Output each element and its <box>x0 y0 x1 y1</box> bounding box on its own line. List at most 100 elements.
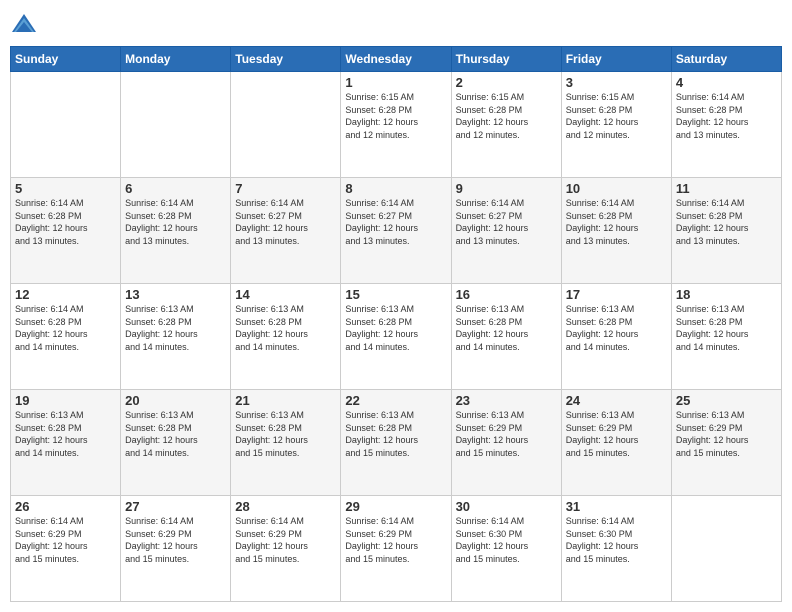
day-info: Sunrise: 6:14 AM Sunset: 6:28 PM Dayligh… <box>676 91 777 141</box>
calendar-cell: 21Sunrise: 6:13 AM Sunset: 6:28 PM Dayli… <box>231 390 341 496</box>
day-number: 22 <box>345 393 446 408</box>
calendar-week-row: 1Sunrise: 6:15 AM Sunset: 6:28 PM Daylig… <box>11 72 782 178</box>
day-number: 21 <box>235 393 336 408</box>
calendar-cell <box>231 72 341 178</box>
calendar-week-row: 5Sunrise: 6:14 AM Sunset: 6:28 PM Daylig… <box>11 178 782 284</box>
calendar-cell: 31Sunrise: 6:14 AM Sunset: 6:30 PM Dayli… <box>561 496 671 602</box>
day-number: 14 <box>235 287 336 302</box>
calendar-table: SundayMondayTuesdayWednesdayThursdayFrid… <box>10 46 782 602</box>
day-number: 13 <box>125 287 226 302</box>
calendar-cell: 2Sunrise: 6:15 AM Sunset: 6:28 PM Daylig… <box>451 72 561 178</box>
day-number: 15 <box>345 287 446 302</box>
day-number: 17 <box>566 287 667 302</box>
day-info: Sunrise: 6:13 AM Sunset: 6:28 PM Dayligh… <box>456 303 557 353</box>
weekday-header: Friday <box>561 47 671 72</box>
calendar-week-row: 26Sunrise: 6:14 AM Sunset: 6:29 PM Dayli… <box>11 496 782 602</box>
day-number: 7 <box>235 181 336 196</box>
day-info: Sunrise: 6:13 AM Sunset: 6:28 PM Dayligh… <box>15 409 116 459</box>
day-number: 8 <box>345 181 446 196</box>
day-info: Sunrise: 6:13 AM Sunset: 6:29 PM Dayligh… <box>456 409 557 459</box>
day-info: Sunrise: 6:14 AM Sunset: 6:29 PM Dayligh… <box>15 515 116 565</box>
calendar-cell: 16Sunrise: 6:13 AM Sunset: 6:28 PM Dayli… <box>451 284 561 390</box>
day-info: Sunrise: 6:13 AM Sunset: 6:28 PM Dayligh… <box>125 409 226 459</box>
calendar-cell: 15Sunrise: 6:13 AM Sunset: 6:28 PM Dayli… <box>341 284 451 390</box>
calendar-cell: 30Sunrise: 6:14 AM Sunset: 6:30 PM Dayli… <box>451 496 561 602</box>
day-number: 27 <box>125 499 226 514</box>
calendar-cell: 17Sunrise: 6:13 AM Sunset: 6:28 PM Dayli… <box>561 284 671 390</box>
day-info: Sunrise: 6:14 AM Sunset: 6:28 PM Dayligh… <box>566 197 667 247</box>
day-number: 29 <box>345 499 446 514</box>
calendar-cell: 5Sunrise: 6:14 AM Sunset: 6:28 PM Daylig… <box>11 178 121 284</box>
weekday-header: Saturday <box>671 47 781 72</box>
day-info: Sunrise: 6:14 AM Sunset: 6:28 PM Dayligh… <box>125 197 226 247</box>
calendar-cell: 20Sunrise: 6:13 AM Sunset: 6:28 PM Dayli… <box>121 390 231 496</box>
day-info: Sunrise: 6:14 AM Sunset: 6:29 PM Dayligh… <box>345 515 446 565</box>
calendar-cell <box>671 496 781 602</box>
weekday-header: Wednesday <box>341 47 451 72</box>
day-number: 30 <box>456 499 557 514</box>
weekday-header: Thursday <box>451 47 561 72</box>
calendar-cell: 7Sunrise: 6:14 AM Sunset: 6:27 PM Daylig… <box>231 178 341 284</box>
day-info: Sunrise: 6:13 AM Sunset: 6:29 PM Dayligh… <box>676 409 777 459</box>
day-info: Sunrise: 6:15 AM Sunset: 6:28 PM Dayligh… <box>345 91 446 141</box>
logo <box>10 10 42 38</box>
day-number: 6 <box>125 181 226 196</box>
page: SundayMondayTuesdayWednesdayThursdayFrid… <box>0 0 792 612</box>
day-number: 3 <box>566 75 667 90</box>
calendar-header-row: SundayMondayTuesdayWednesdayThursdayFrid… <box>11 47 782 72</box>
calendar-cell <box>121 72 231 178</box>
day-info: Sunrise: 6:13 AM Sunset: 6:28 PM Dayligh… <box>235 303 336 353</box>
day-number: 18 <box>676 287 777 302</box>
day-number: 23 <box>456 393 557 408</box>
day-info: Sunrise: 6:14 AM Sunset: 6:28 PM Dayligh… <box>15 303 116 353</box>
day-info: Sunrise: 6:14 AM Sunset: 6:29 PM Dayligh… <box>235 515 336 565</box>
day-number: 1 <box>345 75 446 90</box>
calendar-cell: 12Sunrise: 6:14 AM Sunset: 6:28 PM Dayli… <box>11 284 121 390</box>
day-info: Sunrise: 6:13 AM Sunset: 6:28 PM Dayligh… <box>345 409 446 459</box>
day-info: Sunrise: 6:13 AM Sunset: 6:28 PM Dayligh… <box>235 409 336 459</box>
calendar-cell: 4Sunrise: 6:14 AM Sunset: 6:28 PM Daylig… <box>671 72 781 178</box>
day-info: Sunrise: 6:14 AM Sunset: 6:27 PM Dayligh… <box>456 197 557 247</box>
day-number: 4 <box>676 75 777 90</box>
weekday-header: Monday <box>121 47 231 72</box>
calendar-cell: 13Sunrise: 6:13 AM Sunset: 6:28 PM Dayli… <box>121 284 231 390</box>
day-number: 31 <box>566 499 667 514</box>
calendar-cell: 6Sunrise: 6:14 AM Sunset: 6:28 PM Daylig… <box>121 178 231 284</box>
day-info: Sunrise: 6:14 AM Sunset: 6:29 PM Dayligh… <box>125 515 226 565</box>
day-info: Sunrise: 6:14 AM Sunset: 6:27 PM Dayligh… <box>345 197 446 247</box>
calendar-cell: 19Sunrise: 6:13 AM Sunset: 6:28 PM Dayli… <box>11 390 121 496</box>
day-number: 19 <box>15 393 116 408</box>
day-info: Sunrise: 6:15 AM Sunset: 6:28 PM Dayligh… <box>456 91 557 141</box>
day-info: Sunrise: 6:13 AM Sunset: 6:28 PM Dayligh… <box>345 303 446 353</box>
calendar-cell: 24Sunrise: 6:13 AM Sunset: 6:29 PM Dayli… <box>561 390 671 496</box>
day-info: Sunrise: 6:13 AM Sunset: 6:29 PM Dayligh… <box>566 409 667 459</box>
day-number: 10 <box>566 181 667 196</box>
day-info: Sunrise: 6:14 AM Sunset: 6:27 PM Dayligh… <box>235 197 336 247</box>
day-number: 5 <box>15 181 116 196</box>
day-info: Sunrise: 6:14 AM Sunset: 6:28 PM Dayligh… <box>676 197 777 247</box>
calendar-cell: 22Sunrise: 6:13 AM Sunset: 6:28 PM Dayli… <box>341 390 451 496</box>
weekday-header: Sunday <box>11 47 121 72</box>
day-number: 2 <box>456 75 557 90</box>
weekday-header: Tuesday <box>231 47 341 72</box>
calendar-cell: 25Sunrise: 6:13 AM Sunset: 6:29 PM Dayli… <box>671 390 781 496</box>
day-number: 16 <box>456 287 557 302</box>
logo-icon <box>10 10 38 38</box>
day-number: 28 <box>235 499 336 514</box>
day-info: Sunrise: 6:13 AM Sunset: 6:28 PM Dayligh… <box>676 303 777 353</box>
day-info: Sunrise: 6:15 AM Sunset: 6:28 PM Dayligh… <box>566 91 667 141</box>
day-number: 20 <box>125 393 226 408</box>
day-number: 12 <box>15 287 116 302</box>
calendar-cell: 3Sunrise: 6:15 AM Sunset: 6:28 PM Daylig… <box>561 72 671 178</box>
header <box>10 10 782 38</box>
calendar-cell <box>11 72 121 178</box>
day-number: 25 <box>676 393 777 408</box>
calendar-cell: 26Sunrise: 6:14 AM Sunset: 6:29 PM Dayli… <box>11 496 121 602</box>
calendar-cell: 11Sunrise: 6:14 AM Sunset: 6:28 PM Dayli… <box>671 178 781 284</box>
day-info: Sunrise: 6:14 AM Sunset: 6:28 PM Dayligh… <box>15 197 116 247</box>
calendar-cell: 10Sunrise: 6:14 AM Sunset: 6:28 PM Dayli… <box>561 178 671 284</box>
calendar-cell: 14Sunrise: 6:13 AM Sunset: 6:28 PM Dayli… <box>231 284 341 390</box>
calendar-week-row: 12Sunrise: 6:14 AM Sunset: 6:28 PM Dayli… <box>11 284 782 390</box>
calendar-week-row: 19Sunrise: 6:13 AM Sunset: 6:28 PM Dayli… <box>11 390 782 496</box>
day-number: 11 <box>676 181 777 196</box>
